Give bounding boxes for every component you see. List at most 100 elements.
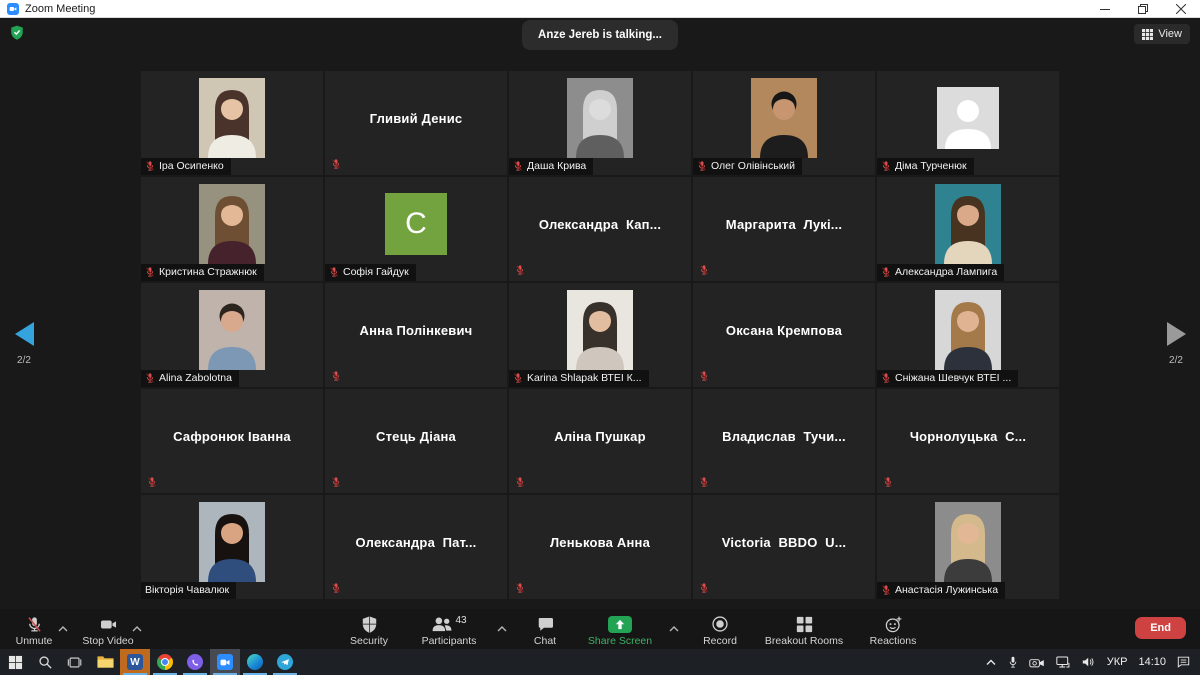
- meeting-info-shield-icon[interactable]: [10, 25, 24, 40]
- participant-name: Анастасія Лужинська: [895, 584, 998, 596]
- start-button[interactable]: [0, 649, 30, 675]
- participant-name: Гливий Денис: [325, 71, 507, 165]
- participant-name: Іра Осипенко: [159, 160, 224, 172]
- participant-video: [199, 290, 265, 370]
- chat-button[interactable]: Chat: [525, 614, 565, 647]
- chrome-app-button[interactable]: [150, 649, 180, 675]
- participant-tile[interactable]: Аліна Пушкар: [509, 389, 691, 493]
- record-button[interactable]: Record: [697, 614, 743, 647]
- stop-video-button[interactable]: Stop Video: [82, 614, 134, 647]
- participant-video: [567, 290, 633, 370]
- participant-tile[interactable]: Чорнолуцька С...: [877, 389, 1059, 493]
- zoom-app-button[interactable]: [210, 649, 240, 675]
- muted-mic-icon: [699, 370, 709, 382]
- previous-page-arrow-icon[interactable]: [15, 322, 34, 346]
- participant-tile[interactable]: Владислав Тучи...: [693, 389, 875, 493]
- task-view-button[interactable]: [60, 649, 90, 675]
- shield-icon: [361, 614, 378, 634]
- view-button-label: View: [1158, 28, 1182, 40]
- participants-button[interactable]: 43 Participants: [413, 614, 485, 647]
- participant-name-label: Діма Турченюк: [877, 158, 974, 175]
- telegram-app-button[interactable]: [270, 649, 300, 675]
- avatar-letter: C: [405, 207, 427, 241]
- reactions-smiley-icon: [884, 614, 903, 634]
- participant-tile[interactable]: CСофія Гайдук: [325, 177, 507, 281]
- participant-tile[interactable]: Сніжана Шевчук ВТЕІ ...: [877, 283, 1059, 387]
- participant-tile[interactable]: Ленькова Анна: [509, 495, 691, 599]
- participant-tile[interactable]: Оксана Кремпова: [693, 283, 875, 387]
- security-button[interactable]: Security: [343, 614, 395, 647]
- meeting-toolbar: Unmute Stop Video: [0, 609, 1200, 649]
- window-titlebar: Zoom Meeting: [0, 0, 1200, 18]
- hidden-icons-chevron[interactable]: [985, 658, 997, 666]
- stop-video-label: Stop Video: [82, 635, 133, 647]
- share-screen-label: Share Screen: [588, 635, 652, 647]
- action-center-icon[interactable]: [1177, 656, 1190, 668]
- file-explorer-button[interactable]: [90, 649, 120, 675]
- close-button[interactable]: [1162, 0, 1200, 17]
- participant-name-label: Іра Осипенко: [141, 158, 231, 175]
- word-icon: W: [127, 654, 143, 670]
- participant-name-label: Karina Shlapak ВТЕІ К...: [509, 370, 649, 387]
- participant-tile[interactable]: Karina Shlapak ВТЕІ К...: [509, 283, 691, 387]
- share-screen-button[interactable]: Share Screen: [583, 614, 657, 647]
- participant-name: Аліна Пушкар: [509, 389, 691, 483]
- viber-icon: [187, 654, 203, 670]
- participant-tile[interactable]: Анастасія Лужинська: [877, 495, 1059, 599]
- participant-tile[interactable]: Олександра Пат...: [325, 495, 507, 599]
- muted-mic-icon: [881, 584, 891, 596]
- participant-tile[interactable]: Кристина Стражнюк: [141, 177, 323, 281]
- tray-microphone-icon[interactable]: [1008, 656, 1018, 669]
- participant-tile[interactable]: Гливий Денис: [325, 71, 507, 175]
- participant-tile[interactable]: Діма Турченюк: [877, 71, 1059, 175]
- tray-network-icon[interactable]: [1056, 656, 1071, 668]
- participant-name: Victoria BBDO U...: [693, 495, 875, 589]
- muted-mic-icon: [699, 476, 709, 488]
- muted-mic-icon: [147, 476, 157, 488]
- participant-name: Діма Турченюк: [895, 160, 967, 172]
- participant-tile[interactable]: Анна Полінкевич: [325, 283, 507, 387]
- participant-tile[interactable]: Маргарита Лукі...: [693, 177, 875, 281]
- participant-tile[interactable]: Даша Крива: [509, 71, 691, 175]
- participant-tile[interactable]: Іра Осипенко: [141, 71, 323, 175]
- participant-name-label: Кристина Стражнюк: [141, 264, 264, 281]
- participant-name-label: Анастасія Лужинська: [877, 582, 1005, 599]
- next-page-arrow-icon[interactable]: [1167, 322, 1186, 346]
- tray-speaker-icon[interactable]: [1082, 656, 1096, 668]
- muted-mic-icon: [881, 160, 891, 172]
- participant-tile[interactable]: Alina Zabolotna: [141, 283, 323, 387]
- security-label: Security: [350, 635, 388, 647]
- participant-tile[interactable]: Олег Олівінський: [693, 71, 875, 175]
- word-app-button[interactable]: W: [120, 649, 150, 675]
- participant-video: [199, 184, 265, 264]
- breakout-rooms-button[interactable]: Breakout Rooms: [761, 614, 847, 647]
- zoom-meeting-window: Zoom Meeting Anze Jereb is talking... Vi…: [0, 0, 1200, 675]
- participant-name: Кристина Стражнюк: [159, 266, 257, 278]
- viber-app-button[interactable]: [180, 649, 210, 675]
- tray-camera-icon[interactable]: [1029, 657, 1045, 668]
- unmute-button[interactable]: Unmute: [8, 614, 60, 647]
- muted-mic-icon: [699, 582, 709, 594]
- search-button[interactable]: [30, 649, 60, 675]
- participant-name: Маргарита Лукі...: [693, 177, 875, 271]
- participant-name-label: Сніжана Шевчук ВТЕІ ...: [877, 370, 1018, 387]
- view-button[interactable]: View: [1134, 24, 1190, 44]
- participant-tile[interactable]: Стець Діана: [325, 389, 507, 493]
- participant-tile[interactable]: Олександра Кап...: [509, 177, 691, 281]
- participant-tile[interactable]: Сафронюк Іванна: [141, 389, 323, 493]
- clock[interactable]: 14:10: [1138, 656, 1166, 668]
- language-indicator[interactable]: УКР: [1107, 656, 1128, 668]
- share-options-caret[interactable]: [669, 619, 679, 639]
- participant-tile[interactable]: Victoria BBDO U...: [693, 495, 875, 599]
- letter-avatar: C: [385, 193, 447, 255]
- participant-tile[interactable]: Вікторія Чавалюк: [141, 495, 323, 599]
- restore-button[interactable]: [1124, 0, 1162, 17]
- end-meeting-button[interactable]: End: [1135, 617, 1186, 639]
- edge-app-button[interactable]: [240, 649, 270, 675]
- participants-label: Participants: [422, 635, 477, 647]
- reactions-button[interactable]: Reactions: [865, 614, 921, 647]
- share-screen-icon: [608, 616, 632, 633]
- participants-options-caret[interactable]: [497, 619, 507, 639]
- minimize-button[interactable]: [1086, 0, 1124, 17]
- participant-tile[interactable]: Александра Лампига: [877, 177, 1059, 281]
